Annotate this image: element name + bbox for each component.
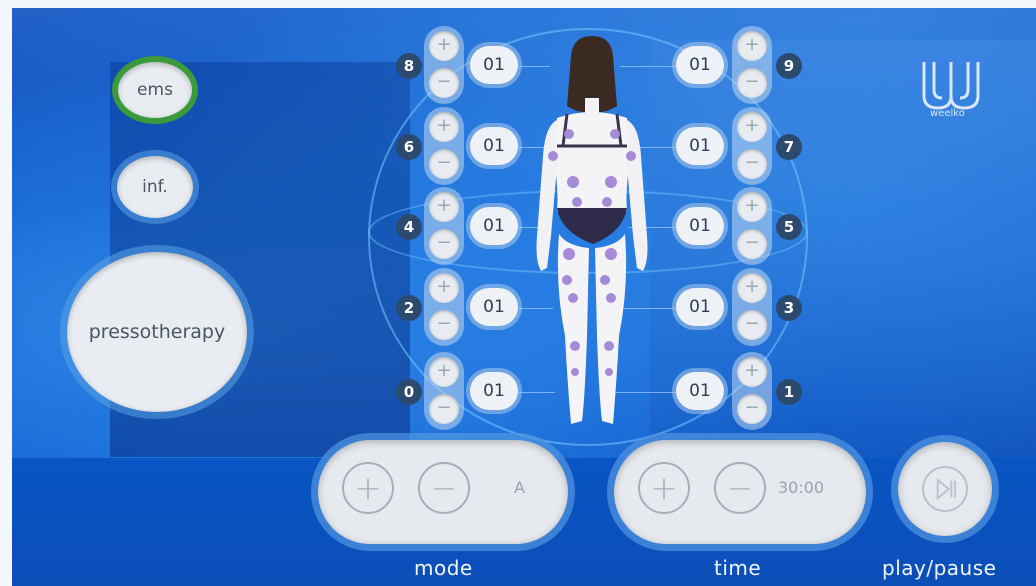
mode-control: + − A [318, 440, 568, 544]
channel-control: 01 + − 7 [676, 107, 806, 187]
channel-number-badge: 7 [776, 134, 802, 160]
pressotherapy-button[interactable]: pressotherapy [67, 252, 247, 412]
plus-icon[interactable]: + [737, 357, 767, 387]
channel-stepper: + − [732, 352, 772, 430]
plus-icon[interactable]: + [342, 462, 394, 514]
time-control: + − 30:00 [614, 440, 866, 544]
channel-stepper: + − [732, 107, 772, 185]
inf-button[interactable]: inf. [117, 156, 193, 218]
plus-icon[interactable]: + [429, 273, 459, 303]
channel-control: 6 + − 01 [396, 107, 526, 187]
minus-icon[interactable]: − [429, 394, 459, 424]
channel-intensity-value: 01 [676, 207, 724, 245]
minus-icon[interactable]: − [737, 229, 767, 259]
channel-intensity-value: 01 [470, 288, 518, 326]
plus-icon[interactable]: + [737, 273, 767, 303]
minus-icon[interactable]: − [714, 462, 766, 514]
inf-button-label: inf. [142, 177, 168, 197]
channel-intensity-value: 01 [676, 127, 724, 165]
channel-control: 8 + − 01 [396, 26, 526, 106]
plus-icon[interactable]: + [429, 192, 459, 222]
minus-icon[interactable]: − [429, 310, 459, 340]
mode-value: A [514, 478, 525, 497]
time-value: 30:00 [778, 478, 825, 497]
channel-number-badge: 2 [396, 295, 422, 321]
minus-icon[interactable]: − [429, 229, 459, 259]
channel-number-badge: 6 [396, 134, 422, 160]
minus-icon[interactable]: − [737, 68, 767, 98]
minus-icon[interactable]: − [737, 394, 767, 424]
channel-intensity-value: 01 [676, 46, 724, 84]
ems-button[interactable]: ems [118, 62, 192, 118]
channel-stepper: + − [732, 26, 772, 104]
play-pause-icon [922, 466, 968, 512]
play-pause-button[interactable] [898, 442, 992, 536]
minus-icon[interactable]: − [429, 68, 459, 98]
channel-stepper: + − [424, 187, 464, 265]
channel-stepper: + − [424, 26, 464, 104]
channel-number-badge: 4 [396, 214, 422, 240]
channel-stepper: + − [424, 268, 464, 346]
channel-number-badge: 0 [396, 379, 422, 405]
channel-number-badge: 1 [776, 379, 802, 405]
channel-intensity-value: 01 [676, 372, 724, 410]
channel-number-badge: 5 [776, 214, 802, 240]
channel-control: 01 + − 9 [676, 26, 806, 106]
channel-control: 2 + − 01 [396, 268, 526, 348]
screen: ems inf. pressotherapy 8 + − 01 6 + − 01… [0, 0, 1036, 586]
channel-number-badge: 9 [776, 53, 802, 79]
channel-intensity-value: 01 [470, 372, 518, 410]
body-figure-illustration [536, 36, 648, 424]
plus-icon[interactable]: + [638, 462, 690, 514]
pressotherapy-button-label: pressotherapy [88, 321, 226, 343]
plus-icon[interactable]: + [429, 112, 459, 142]
minus-icon[interactable]: − [418, 462, 470, 514]
channel-control: 0 + − 01 [396, 352, 526, 432]
channel-intensity-value: 01 [470, 207, 518, 245]
channel-control: 01 + − 1 [676, 352, 806, 432]
channel-intensity-value: 01 [470, 127, 518, 165]
play-pause-label: play/pause [882, 556, 997, 580]
channel-control: 01 + − 5 [676, 187, 806, 267]
channel-stepper: + − [424, 107, 464, 185]
plus-icon[interactable]: + [737, 192, 767, 222]
channel-intensity-value: 01 [470, 46, 518, 84]
plus-icon[interactable]: + [429, 357, 459, 387]
plus-icon[interactable]: + [737, 31, 767, 61]
channel-intensity-value: 01 [676, 288, 724, 326]
ems-button-label: ems [137, 80, 173, 100]
brand-name: weelko [930, 108, 965, 119]
channel-stepper: + − [732, 187, 772, 265]
mode-label: mode [414, 556, 473, 580]
channel-stepper: + − [424, 352, 464, 430]
screen-bezel-left [0, 0, 12, 586]
channel-number-badge: 3 [776, 295, 802, 321]
channel-stepper: + − [732, 268, 772, 346]
plus-icon[interactable]: + [429, 31, 459, 61]
minus-icon[interactable]: − [737, 149, 767, 179]
channel-number-badge: 8 [396, 53, 422, 79]
plus-icon[interactable]: + [737, 112, 767, 142]
minus-icon[interactable]: − [737, 310, 767, 340]
channel-control: 01 + − 3 [676, 268, 806, 348]
channel-control: 4 + − 01 [396, 187, 526, 267]
time-label: time [714, 556, 762, 580]
minus-icon[interactable]: − [429, 149, 459, 179]
screen-bezel-top [0, 0, 1036, 8]
